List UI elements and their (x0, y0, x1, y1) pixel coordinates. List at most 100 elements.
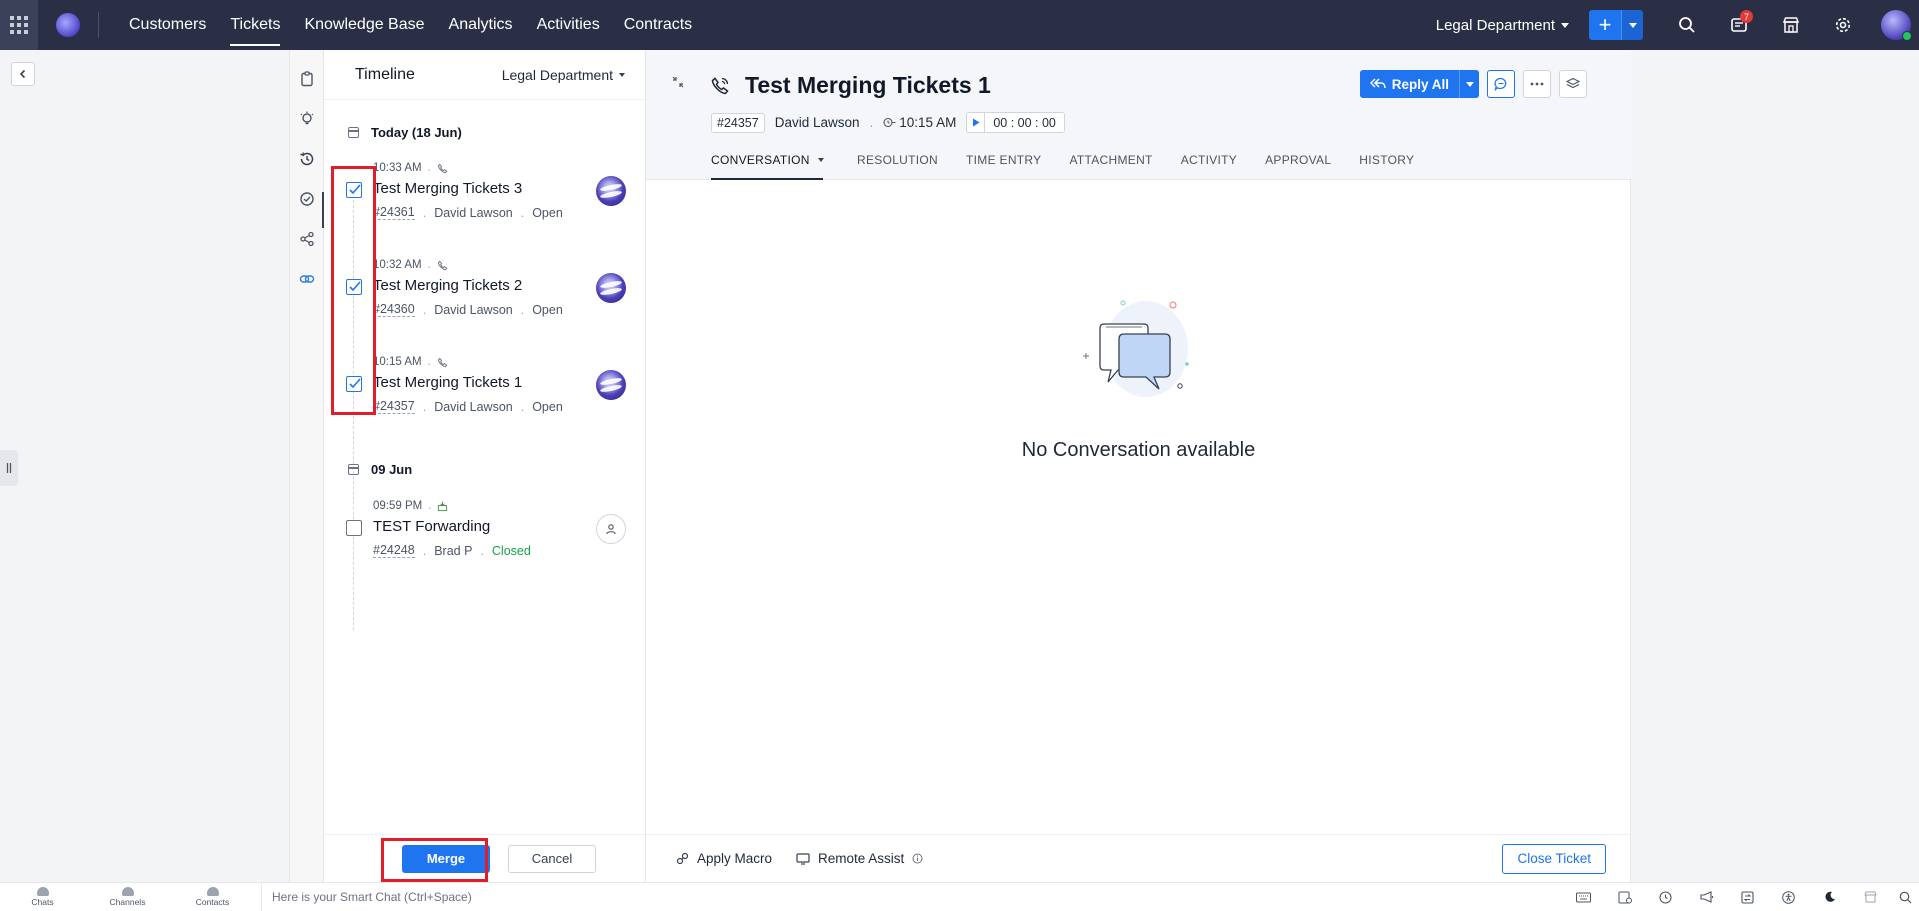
entry-ticket-number[interactable]: #24361 (373, 205, 415, 220)
entry-subject[interactable]: Test Merging Tickets 3 (373, 180, 522, 197)
tab-resolution[interactable]: RESOLUTION (843, 146, 952, 180)
reply-options-button[interactable] (1459, 70, 1479, 98)
inbox-icon (438, 500, 448, 511)
search-button[interactable] (1661, 0, 1713, 50)
ai-suggestions-button[interactable] (298, 110, 316, 128)
time-tool-button[interactable] (1645, 883, 1686, 911)
tickets-tool-button[interactable] (1604, 883, 1645, 911)
tab-approval[interactable]: APPROVAL (1251, 146, 1345, 180)
close-ticket-button[interactable]: Close Ticket (1502, 843, 1606, 874)
smart-chat-input[interactable]: Here is your Smart Chat (Ctrl+Space) (261, 882, 1563, 911)
entry-contact: David Lawson (434, 399, 513, 414)
separator-dot: . (869, 115, 874, 130)
bottom-contacts-button[interactable]: Contacts (170, 883, 255, 911)
history-timeline-button[interactable] (298, 150, 316, 168)
nav-analytics[interactable]: Analytics (437, 0, 525, 50)
timeline-department-label: Legal Department (501, 66, 613, 83)
empty-conversation-message: No Conversation available (1021, 439, 1256, 461)
linked-tickets-button[interactable] (298, 270, 316, 288)
tab-activity[interactable]: ACTIVITY (1167, 146, 1251, 180)
remote-assist-button[interactable]: Remote Assist (796, 851, 923, 866)
entry-contact: David Lawson (434, 302, 513, 317)
clipboard-icon (301, 71, 313, 87)
phone-icon (437, 357, 448, 367)
user-avatar[interactable] (1881, 10, 1912, 41)
calendar-icon (348, 127, 359, 138)
chevron-down-icon (619, 72, 625, 77)
entry-ticket-number[interactable]: #24248 (373, 543, 415, 558)
entry-ticket-number[interactable]: #24360 (373, 302, 415, 317)
phone-icon (437, 260, 448, 270)
collapse-panel-button[interactable] (11, 62, 35, 86)
shrink-view-button[interactable] (672, 76, 684, 91)
entry-ticket-number[interactable]: #24357 (373, 399, 415, 414)
more-horizontal-icon (1530, 82, 1544, 86)
checkbox-highlight-annotation (331, 166, 376, 415)
share-button[interactable] (298, 230, 316, 248)
more-options-button[interactable] (1523, 70, 1551, 98)
store-tool-button[interactable] (1850, 883, 1891, 911)
approvals-button[interactable] (298, 190, 316, 208)
app-grid-button[interactable] (0, 0, 38, 50)
timeline-department-dropdown[interactable]: Legal Department (502, 67, 625, 83)
cancel-button[interactable]: Cancel (508, 844, 596, 873)
entry-contact: David Lawson (434, 205, 513, 220)
announcements-button[interactable] (1686, 883, 1727, 911)
layers-button[interactable] (1559, 70, 1587, 98)
department-dropdown[interactable]: Legal Department (1436, 17, 1569, 34)
bottom-channels-label: Channels (109, 897, 146, 907)
chevron-down-icon (1465, 81, 1474, 87)
entry-meta: #24357 . David Lawson . Open (373, 399, 563, 414)
bottom-chats-button[interactable]: Chats (0, 883, 85, 911)
info-icon[interactable] (912, 853, 923, 864)
empty-conversation-illustration (1066, 294, 1206, 417)
nav-knowledge-base[interactable]: Knowledge Base (292, 0, 436, 50)
keyboard-button[interactable] (1563, 883, 1604, 911)
nav-contracts[interactable]: Contracts (612, 0, 704, 50)
ticket-properties-button[interactable] (298, 70, 316, 88)
notifications-button[interactable]: 7 (1713, 0, 1765, 50)
collapse-arrows-icon (672, 76, 684, 88)
reply-all-button[interactable]: Reply All (1359, 70, 1459, 98)
nav-tickets[interactable]: Tickets (218, 0, 292, 50)
entry-time: 09:59 PM (373, 500, 423, 512)
entry-subject[interactable]: Test Merging Tickets 1 (373, 374, 522, 391)
separator-dot: . (427, 162, 431, 174)
comment-button[interactable] (1487, 70, 1515, 98)
nav-activities[interactable]: Activities (525, 0, 612, 50)
tab-conversation[interactable]: CONVERSATION (711, 146, 824, 180)
ticket-contact[interactable]: David Lawson (775, 115, 860, 130)
timeline-title: Timeline (355, 65, 415, 83)
transfer-button[interactable] (1727, 883, 1768, 911)
separator-dot: . (520, 302, 525, 317)
nav-customers[interactable]: Customers (117, 0, 218, 50)
apply-macro-button[interactable]: Apply Macro (676, 851, 772, 866)
agent-avatar (596, 370, 626, 400)
transfer-icon (1741, 890, 1754, 904)
settings-button[interactable] (1817, 0, 1869, 50)
ticket-number[interactable]: #24357 (711, 112, 765, 133)
timer-play-button[interactable] (967, 113, 986, 132)
chevron-down-icon (1628, 22, 1637, 28)
accessibility-button[interactable] (1768, 883, 1809, 911)
tab-attachment[interactable]: ATTACHMENT (1055, 146, 1166, 180)
tab-history[interactable]: HISTORY (1345, 146, 1428, 180)
entry-subject[interactable]: Test Merging Tickets 2 (373, 277, 522, 294)
chat-icon (36, 887, 49, 896)
brand-logo[interactable] (56, 13, 80, 37)
channel-phone-icon (710, 76, 730, 99)
tab-time-entry[interactable]: TIME ENTRY (952, 146, 1055, 180)
panel-drag-handle[interactable] (0, 450, 18, 486)
dark-mode-button[interactable] (1809, 883, 1850, 911)
add-new-dropdown-button[interactable] (1621, 10, 1643, 40)
chevron-down-icon (1561, 22, 1569, 28)
entry-select-checkbox[interactable] (346, 520, 362, 536)
timeline-entry[interactable]: 09:59 PM . TEST Forwarding #24248 . Brad… (324, 500, 646, 578)
entry-subject[interactable]: TEST Forwarding (373, 518, 490, 535)
bottom-channels-button[interactable]: Channels (85, 883, 170, 911)
bottom-search-button[interactable] (1891, 883, 1919, 911)
add-new-button[interactable]: + (1589, 10, 1621, 40)
comment-icon (1494, 77, 1507, 91)
chevron-down-icon (817, 158, 824, 162)
marketplace-button[interactable] (1765, 0, 1817, 50)
